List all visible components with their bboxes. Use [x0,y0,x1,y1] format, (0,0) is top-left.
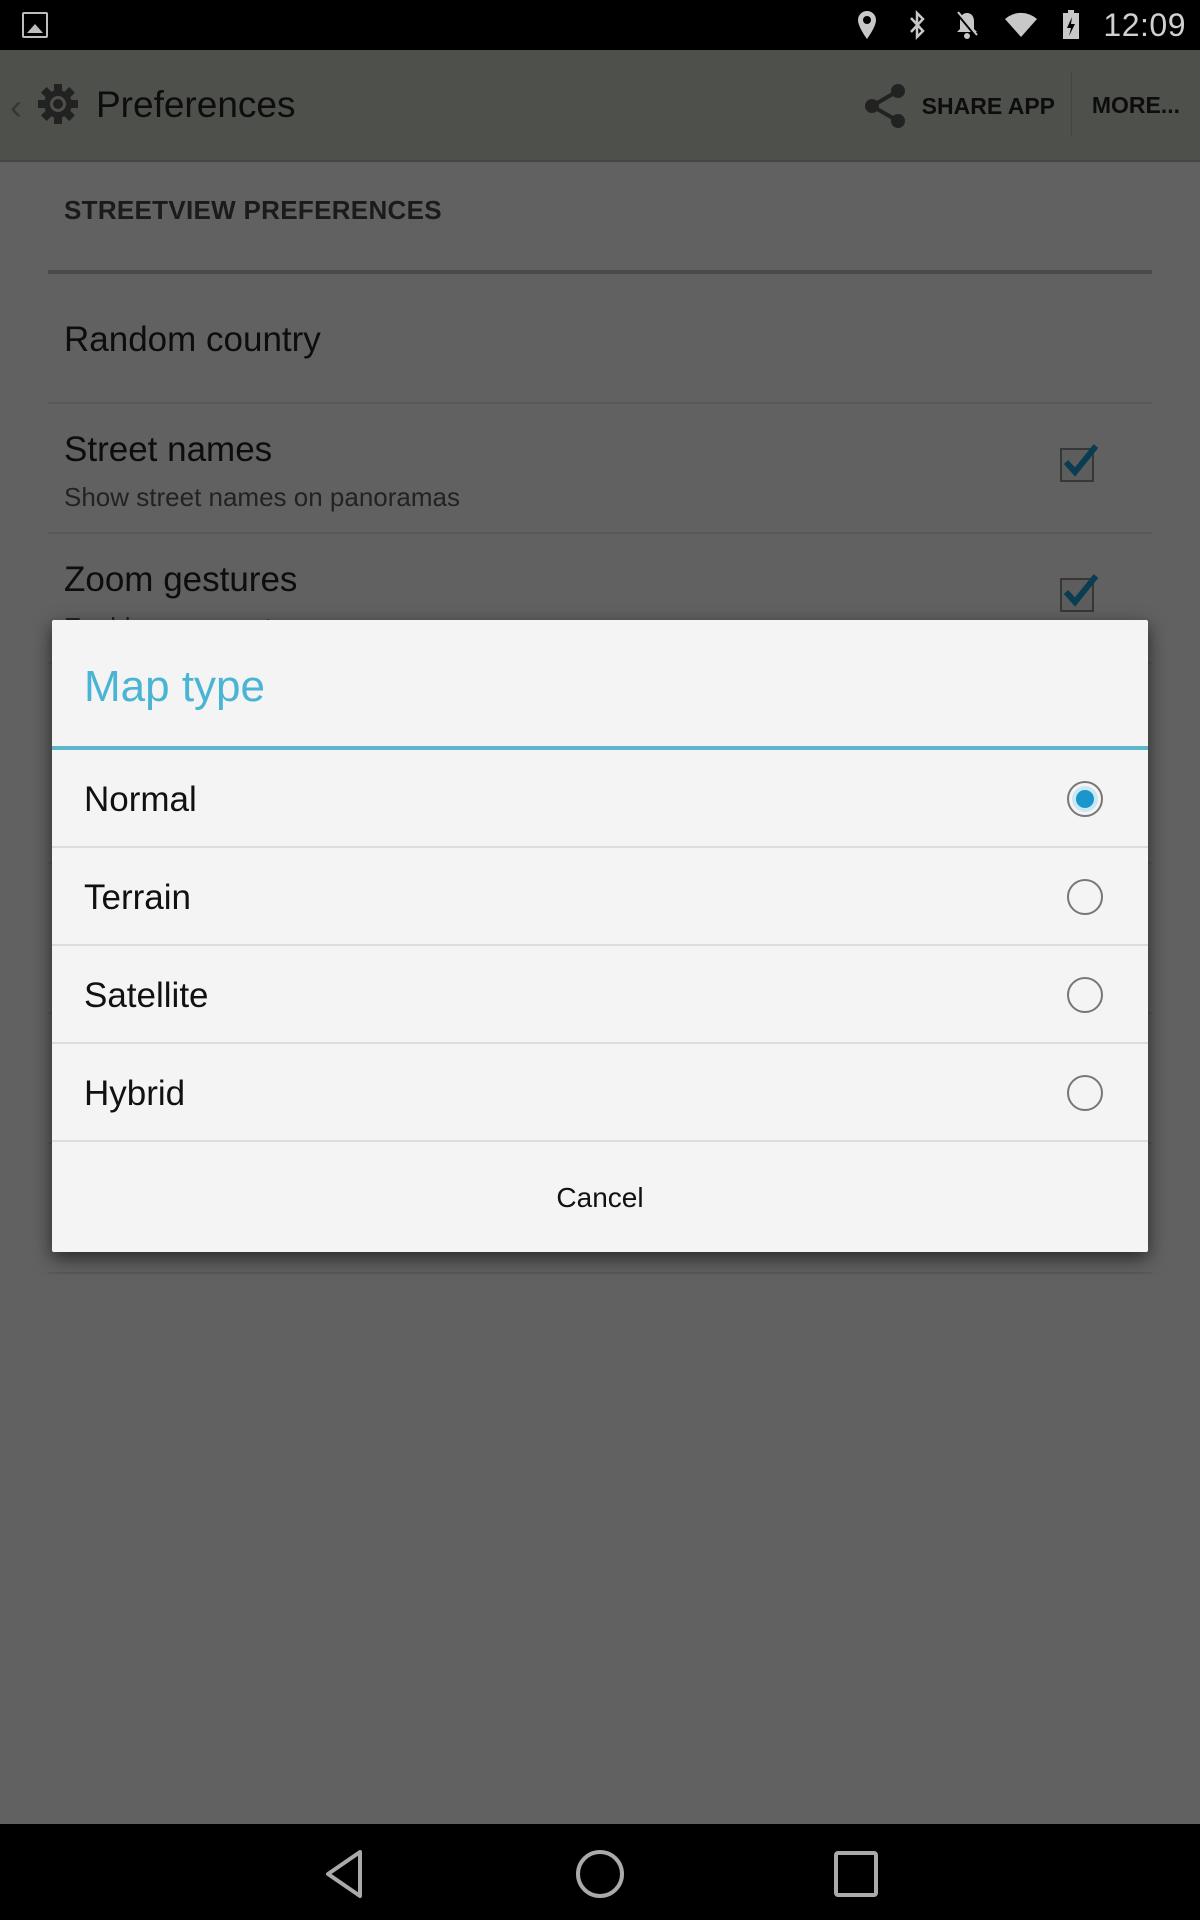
option-label: Normal [84,780,197,819]
option-satellite[interactable]: Satellite [52,946,1148,1044]
option-normal[interactable]: Normal [52,750,1148,848]
wifi-icon [1005,12,1038,37]
option-label: Satellite [84,976,209,1015]
option-label: Hybrid [84,1074,186,1113]
radio-hybrid[interactable] [1067,1075,1103,1111]
status-bar: 12:09 [0,0,1200,50]
image-notification-icon [22,12,48,38]
location-icon [858,11,877,39]
radio-satellite[interactable] [1067,977,1103,1013]
battery-charging-icon [1063,10,1080,39]
recents-icon[interactable] [828,1848,884,1900]
radio-terrain[interactable] [1067,879,1103,915]
option-label: Terrain [84,878,191,917]
clock: 12:09 [1103,6,1186,43]
map-type-dialog: Map type Normal Terrain Satellite Hybrid… [52,620,1148,1252]
option-terrain[interactable]: Terrain [52,848,1148,946]
option-hybrid[interactable]: Hybrid [52,1044,1148,1142]
cancel-button[interactable]: Cancel [52,1144,1148,1252]
bluetooth-icon [910,9,926,41]
back-icon[interactable] [318,1848,374,1900]
home-icon[interactable] [572,1848,628,1900]
notifications-off-icon [956,11,979,39]
navigation-bar [0,1824,1200,1920]
radio-normal[interactable] [1067,781,1103,817]
dialog-title: Map type [84,662,265,711]
